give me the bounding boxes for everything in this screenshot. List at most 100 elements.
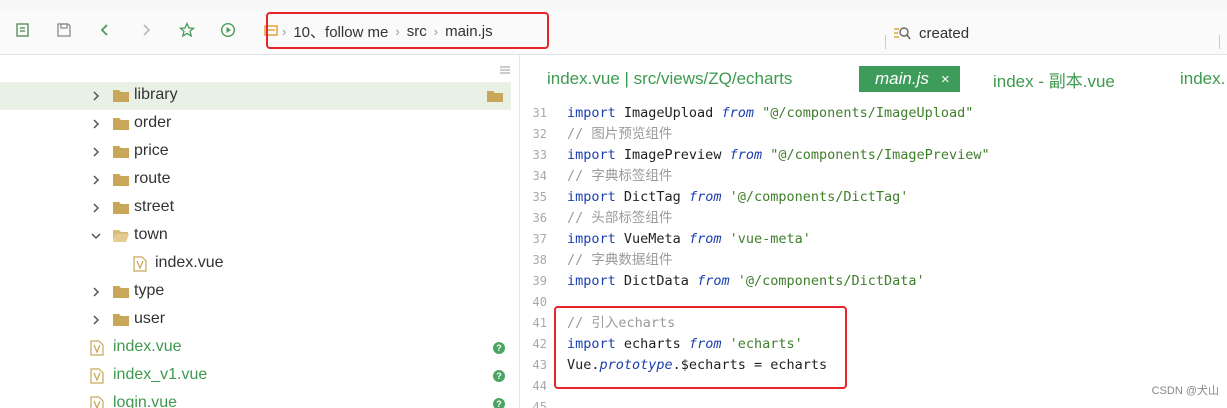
breadcrumb-item-src[interactable]: src [407, 23, 427, 40]
code-text: import ImageUpload from "@/components/Im… [567, 103, 973, 124]
code-line: 38 // 字典数据组件 [521, 250, 1227, 271]
tree-item-label: price [134, 142, 169, 159]
code-token: from [697, 273, 730, 289]
tree-item-label: type [134, 282, 165, 299]
line-number: 44 [532, 379, 547, 393]
breadcrumb: › 10、follow me › src › main.js [262, 12, 493, 50]
line-number: 35 [532, 190, 547, 204]
chevron-right-icon[interactable] [90, 146, 102, 158]
toolbar-divider [1219, 35, 1220, 49]
close-icon[interactable]: × [941, 71, 950, 88]
code-token: .$echarts = echarts [672, 357, 828, 373]
tree-item-label: index_v1.vue [113, 366, 208, 383]
tree-folder-item[interactable]: price [0, 138, 511, 166]
code-text: // 图片预览组件 [567, 124, 672, 145]
run-icon[interactable] [219, 21, 237, 39]
tree-item-label: login.vue [113, 394, 178, 408]
toolbar-divider [885, 35, 886, 49]
line-number: 38 [532, 253, 547, 267]
tab-index-more[interactable]: index. [1180, 66, 1225, 92]
tree-folder-item[interactable]: street [0, 194, 511, 222]
chevron-right-icon[interactable] [90, 314, 102, 326]
line-number: 33 [532, 148, 547, 162]
menu-lines-icon[interactable] [499, 62, 511, 80]
breadcrumb-item-project[interactable]: 10、follow me [293, 21, 388, 42]
line-number: 34 [532, 169, 547, 183]
chevron-right-icon[interactable] [90, 174, 102, 186]
code-text: import VueMeta from 'vue-meta' [567, 229, 811, 250]
watermark: CSDN @犬山 [1151, 385, 1219, 397]
code-line: 45 [521, 397, 1227, 408]
structure-icon[interactable] [14, 21, 32, 39]
chevron-right-icon[interactable] [90, 90, 102, 102]
code-token: // 字典标签组件 [567, 168, 673, 184]
code-text: import ImagePreview from "@/components/I… [567, 145, 990, 166]
code-line: 33 import ImagePreview from "@/components… [521, 145, 1227, 166]
code-token: import [567, 105, 616, 121]
code-token: from [688, 189, 722, 205]
line-number: 31 [532, 106, 547, 120]
chevron-right-icon: › [395, 23, 400, 39]
tree-file-item[interactable]: login.vue? [0, 390, 511, 408]
menu-bar [0, 0, 1227, 9]
tab-index-vue-echarts[interactable]: index.vue | src/views/ZQ/echarts [547, 66, 792, 92]
tree-folder-item[interactable]: library [0, 82, 511, 110]
tree-file-item[interactable]: index_v1.vue? [0, 362, 511, 390]
tree-folder-item[interactable]: town [0, 222, 511, 250]
chevron-right-icon[interactable] [90, 118, 102, 130]
tree-folder-item[interactable]: type [0, 278, 511, 306]
code-line: 39 import DictData from '@/components/Dic… [521, 271, 1227, 292]
tree-item-label: town [134, 226, 168, 243]
line-number: 32 [532, 127, 547, 141]
tree-folder-item[interactable]: user [0, 306, 511, 334]
chevron-right-icon[interactable] [90, 286, 102, 298]
tab-index-copy-vue[interactable]: index - 副本.vue [993, 66, 1115, 92]
code-text: import DictData from '@/components/DictD… [567, 271, 925, 292]
tab-main-js[interactable]: main.js × [859, 66, 960, 92]
search-input[interactable]: created [893, 22, 969, 44]
folder-icon [112, 284, 130, 299]
chevron-down-icon[interactable] [90, 230, 102, 242]
code-line: 32 // 图片预览组件 [521, 124, 1227, 145]
code-token: ImageUpload [615, 105, 722, 121]
code-token: DictData [615, 273, 698, 289]
search-icon [893, 25, 911, 41]
file-tree-panel: library order price route street town index.vu… [0, 55, 520, 408]
back-icon[interactable] [96, 21, 114, 39]
tree-file-item[interactable]: index.vue? [0, 334, 511, 362]
folder-icon [112, 200, 130, 215]
code-line: 41 // 引入echarts [521, 313, 1227, 334]
line-number: 36 [532, 211, 547, 225]
code-token: prototype [599, 357, 673, 373]
star-icon[interactable] [178, 21, 196, 39]
code-token: // 字典数据组件 [567, 252, 673, 268]
code-token: '@/components/DictData' [737, 273, 925, 289]
tree-item-label: index.vue [155, 254, 224, 271]
tab-label: index. [1180, 69, 1226, 88]
code-line: 37 import VueMeta from 'vue-meta' [521, 229, 1227, 250]
code-token: import [567, 147, 616, 163]
line-number: 39 [532, 274, 547, 288]
chevron-right-icon[interactable] [90, 202, 102, 214]
code-token: "@/components/ImageUpload" [762, 105, 974, 121]
folder-icon [112, 172, 130, 187]
chevron-right-icon: › [282, 23, 287, 39]
forward-icon[interactable] [137, 21, 155, 39]
code-line: 42 import echarts from 'echarts' [521, 334, 1227, 355]
tree-file-item[interactable]: index.vue [0, 250, 511, 278]
breadcrumb-item-file[interactable]: main.js [445, 23, 493, 40]
code-token: '@/components/DictTag' [729, 189, 909, 205]
tree-folder-item[interactable]: route [0, 166, 511, 194]
tree-item-label: route [134, 170, 171, 187]
code-text: import DictTag from '@/components/DictTa… [567, 187, 908, 208]
vcs-status-icon: ? [493, 342, 505, 354]
tree-folder-item[interactable]: order [0, 110, 511, 138]
code-text: import echarts from 'echarts' [567, 334, 803, 355]
code-token: import [567, 336, 616, 352]
tree-item-label: index.vue [113, 338, 182, 355]
save-icon[interactable] [55, 21, 73, 39]
code-token: Vue. [567, 357, 600, 373]
code-token: from [729, 147, 763, 163]
